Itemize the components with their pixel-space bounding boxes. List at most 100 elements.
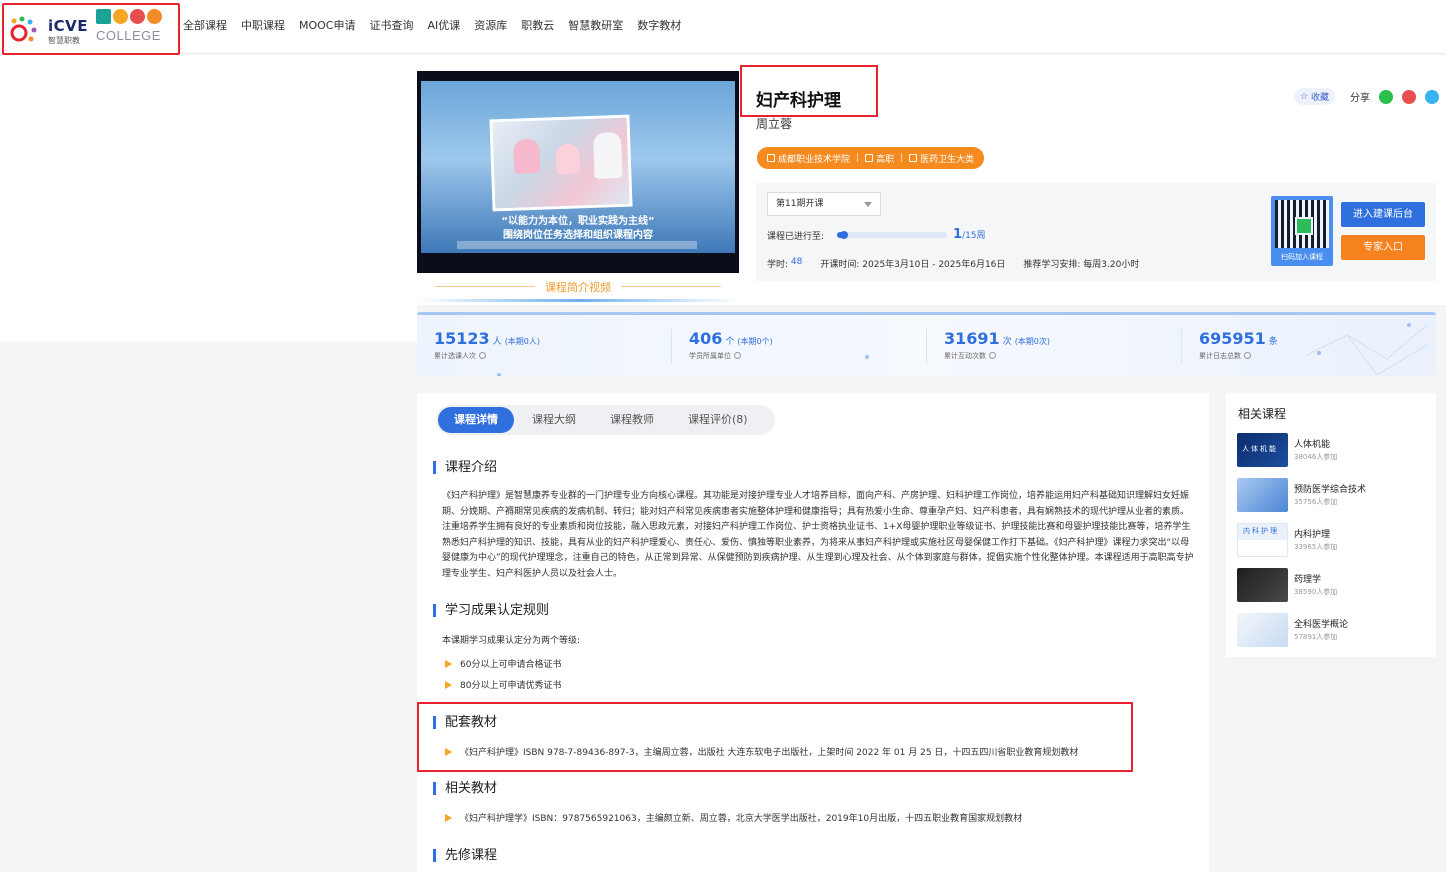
tag-level[interactable]: 高职 — [865, 152, 894, 165]
list-item: 《妇产科护理学》ISBN：9787565921063，主编颜立新、周立蓉，北京大… — [445, 811, 1022, 824]
video-caption-2: 围绕岗位任务选择和组织课程内容 — [503, 230, 653, 241]
tag-school[interactable]: 成都职业技术学院 — [767, 152, 850, 165]
related-course-item[interactable]: 人体机能 人体机能 38046人参加 — [1237, 433, 1427, 469]
related-course-count: 57891人参加 — [1294, 633, 1338, 641]
arrow-right-icon — [445, 747, 452, 756]
tag-school-label: 成都职业技术学院 — [778, 154, 851, 165]
section-title-intro: 课程介绍 — [433, 461, 497, 474]
nav-item-mooc-apply[interactable]: MOOC申请 — [299, 17, 356, 33]
nav-item-secondary-courses[interactable]: 中职课程 — [241, 17, 285, 33]
stat-label: 累计互动次数 — [944, 351, 1050, 361]
session-meta: 学时: 48 开课时间: 2025年3月10日 - 2025年6月16日 推荐学… — [767, 257, 1139, 270]
tab-teachers[interactable]: 课程教师 — [594, 407, 670, 433]
tag-separator: | — [900, 153, 904, 163]
chevron-down-icon — [864, 202, 872, 207]
tab-details[interactable]: 课程详情 — [438, 407, 514, 433]
favorite-button[interactable]: ☆ 收藏 — [1294, 88, 1335, 105]
section-title-related-textbook: 相关教材 — [433, 782, 497, 795]
college-text: COLLEGE — [96, 28, 161, 43]
stat-units: 406 个 (本期0个) 学员所属单位 — [689, 329, 773, 361]
stat-label: 学员所属单位 — [689, 351, 773, 361]
video-underline — [417, 299, 739, 302]
related-course-item[interactable]: 全科医学概论 57891人参加 — [1237, 613, 1427, 649]
weibo-share-icon[interactable] — [1401, 89, 1416, 104]
session-select-value: 第11期开课 — [776, 199, 824, 209]
intro-video-player[interactable]: “以能力为本位，职业实践为主线” 围绕岗位任务选择和组织课程内容 — [417, 71, 739, 273]
nav-item-certificate[interactable]: 证书查询 — [370, 17, 414, 33]
hours-value: 48 — [790, 257, 803, 267]
decor-network — [1306, 324, 1428, 376]
tag-level-label: 高职 — [876, 154, 895, 165]
course-thumbnail: 内科护理 — [1237, 523, 1288, 557]
nav-item-digital-textbook[interactable]: 数字教材 — [637, 17, 681, 33]
suggest-schedule: 推荐学习安排: 每周3.20小时 — [1023, 260, 1140, 270]
progress-current: 1 — [953, 227, 963, 242]
stat-divider — [926, 329, 927, 363]
progress-value: 1/15周 — [953, 227, 986, 242]
hours-label: 学时: — [767, 260, 789, 270]
related-course-item[interactable]: 预防医学综合技术 35756人参加 — [1237, 478, 1427, 514]
wechat-share-icon[interactable] — [1378, 89, 1393, 104]
arrow-right-icon — [445, 659, 452, 668]
nav-item-resource-library[interactable]: 资源库 — [474, 17, 507, 33]
course-intro-text: 《妇产科护理》是智慧康养专业群的一门护理专业方向核心课程。其功能是对接护理专业人… — [442, 491, 1194, 579]
mooc-c-icon — [147, 9, 162, 24]
icve-logo[interactable]: iCVE 智慧职教 — [10, 14, 90, 46]
textbook-highlight-box — [417, 702, 1133, 772]
related-course-item[interactable]: 药理学 38590人参加 — [1237, 568, 1427, 604]
help-icon[interactable] — [479, 352, 486, 359]
related-course-item[interactable]: 内科护理 内科护理 33965人参加 — [1237, 523, 1427, 559]
help-icon[interactable] — [734, 352, 741, 359]
layers-icon — [865, 154, 874, 162]
related-textbook-item: 《妇产科护理学》ISBN：9787565921063，主编颜立新、周立蓉，北京大… — [460, 814, 1023, 824]
stat-unit: 次 — [1002, 337, 1012, 347]
course-detail-panel: 课程详情 课程大纲 课程教师 课程评价(8) 课程介绍 《妇产科护理》是智慧康养… — [417, 393, 1209, 872]
course-tags: 成都职业技术学院 | 高职 | 医药卫生大类 — [757, 147, 985, 169]
logo-area[interactable]: iCVE 智慧职教 COLLEGE — [2, 3, 180, 55]
section-title-textbook: 配套教材 — [433, 716, 497, 729]
course-teacher: 周立蓉 — [756, 117, 793, 131]
join-qr-code[interactable]: 扫码加入课程 — [1271, 196, 1333, 266]
stat-divider — [671, 329, 672, 363]
qq-share-icon[interactable] — [1424, 89, 1439, 104]
tab-reviews[interactable]: 课程评价(8) — [672, 407, 764, 433]
course-stats: 15123 人 (本期0人) 累计选课人次 406 个 (本期0个) 学员所属单位 31… — [417, 312, 1436, 376]
stat-enroll: 15123 人 (本期0人) 累计选课人次 — [434, 329, 540, 361]
help-icon[interactable] — [1244, 352, 1251, 359]
video-caption-3 — [457, 241, 697, 249]
book-icon — [909, 154, 918, 162]
help-icon[interactable] — [989, 352, 996, 359]
nav-item-all-courses[interactable]: 全部课程 — [183, 17, 227, 33]
nav-item-zhijiaoyun[interactable]: 职教云 — [521, 17, 554, 33]
stat-label-text: 学员所属单位 — [689, 352, 731, 360]
list-item: 《妇产科护理》ISBN 978-7-89436-897-3，主编周立蓉，出版社 … — [445, 745, 1078, 758]
stat-logs: 695951 条 累计日志总数 — [1199, 329, 1278, 361]
tab-outline[interactable]: 课程大纲 — [516, 407, 592, 433]
related-courses-panel: 相关课程 人体机能 人体机能 38046人参加 预防医学综合技术 35756人参… — [1226, 393, 1436, 657]
nurse-figure — [513, 138, 541, 174]
stat-label-text: 累计互动次数 — [944, 352, 986, 360]
favorite-label: 收藏 — [1310, 93, 1329, 103]
nav-item-teaching-room[interactable]: 智慧教研室 — [568, 17, 623, 33]
expert-entry-button[interactable]: 专家入口 — [1341, 235, 1425, 260]
mooc-o-icon — [113, 9, 128, 24]
related-course-name: 人体机能 — [1294, 440, 1331, 450]
nav-item-ai-course[interactable]: AI优课 — [428, 17, 461, 33]
list-item: 80分以上可申请优秀证书 — [445, 678, 561, 691]
stat-unit: 人 — [492, 337, 502, 347]
section-title-prereq: 先修课程 — [433, 849, 497, 862]
session-select[interactable]: 第11期开课 — [767, 192, 881, 216]
stat-number: 406 — [689, 329, 723, 348]
related-course-name: 预防医学综合技术 — [1294, 485, 1367, 495]
progress-dot — [840, 231, 849, 239]
stat-label: 累计选课人次 — [434, 351, 540, 361]
tag-category-label: 医药卫生大类 — [920, 154, 975, 165]
related-course-name: 药理学 — [1294, 575, 1322, 585]
left-blank-panel — [0, 55, 417, 342]
stat-label-text: 累计选课人次 — [434, 352, 476, 360]
video-photo — [489, 114, 633, 212]
enter-backend-button[interactable]: 进入建课后台 — [1341, 202, 1425, 227]
stat-label-text: 累计日志总数 — [1199, 352, 1241, 360]
tag-category[interactable]: 医药卫生大类 — [909, 152, 974, 165]
mooc-logo[interactable]: COLLEGE — [96, 9, 168, 49]
